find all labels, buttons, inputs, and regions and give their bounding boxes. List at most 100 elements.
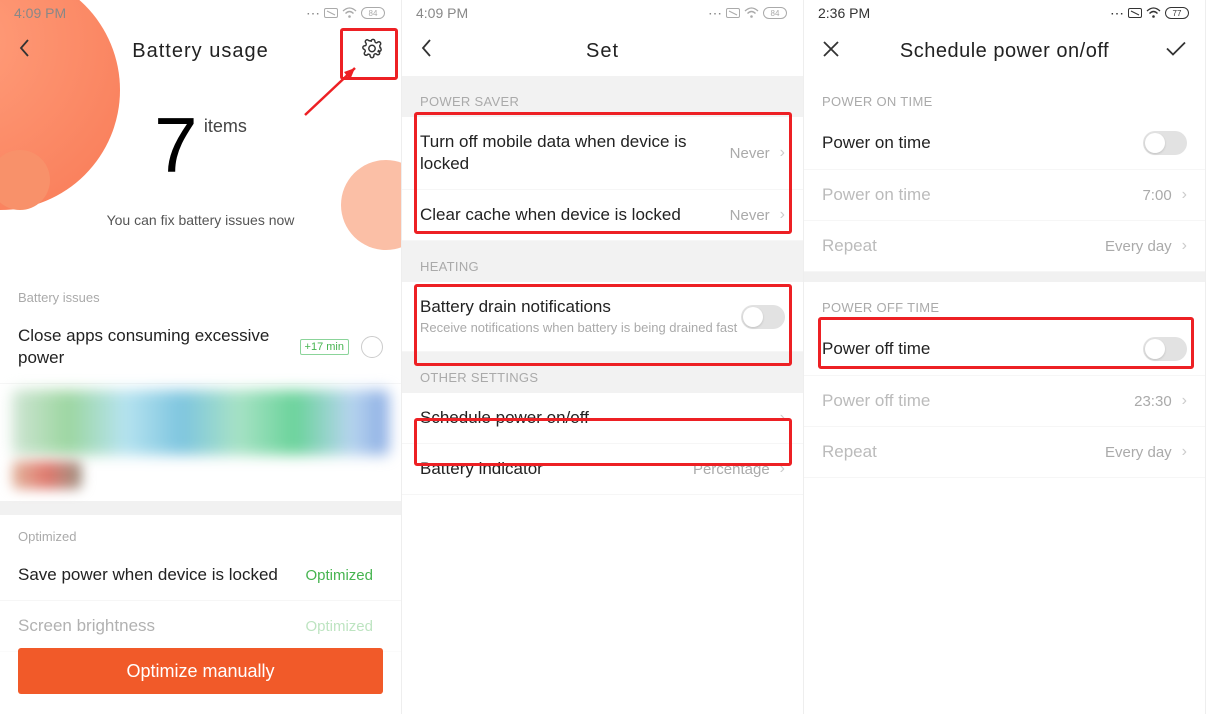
section-head-power-on: POWER ON TIME <box>804 76 1205 117</box>
close-icon <box>822 40 840 58</box>
page-title: Battery usage <box>132 40 268 63</box>
wifi-icon <box>1146 7 1161 19</box>
issue-count: 7 <box>154 106 197 184</box>
screen-schedule-power: 2:36 PM ⋯ 77 Schedule power on/off POWER… <box>804 0 1206 714</box>
chevron-right-icon: › <box>780 409 785 427</box>
row-battery-drain-notifications[interactable]: Battery drain notifications Receive noti… <box>402 282 803 352</box>
svg-text:77: 77 <box>1173 9 1182 18</box>
issue-count-label: items <box>204 116 247 137</box>
row-value: 7:00 <box>1142 187 1171 204</box>
row-power-on-time[interactable]: Power on time 7:00 › <box>804 170 1205 221</box>
row-sublabel: Receive notifications when battery is be… <box>420 320 741 337</box>
row-label: Power on time <box>822 132 1143 154</box>
row-label: Turn off mobile data when device is lock… <box>420 131 730 175</box>
battery-icon: 77 <box>1165 7 1191 19</box>
optimize-manually-button[interactable]: Optimize manually <box>18 648 383 694</box>
section-head-power-off: POWER OFF TIME <box>804 282 1205 323</box>
row-value: Percentage <box>693 461 770 478</box>
row-label: Power on time <box>822 184 1142 206</box>
row-label: Battery indicator <box>420 458 693 480</box>
section-divider <box>0 501 401 515</box>
time-saved-badge: +17 min <box>300 339 349 355</box>
toggle-switch[interactable] <box>741 305 785 329</box>
title-bar: Set <box>402 26 803 76</box>
row-value: Optimized <box>305 618 373 635</box>
status-bar: 4:09 PM ⋯ 84 <box>0 0 401 26</box>
more-icon: ⋯ <box>306 5 320 22</box>
row-value: 23:30 <box>1134 393 1172 410</box>
battery-icon: 84 <box>763 7 789 19</box>
row-value: Optimized <box>305 567 373 584</box>
chevron-right-icon: › <box>1182 443 1187 461</box>
row-value: Never <box>730 145 770 162</box>
status-time: 2:36 PM <box>818 5 870 21</box>
row-value: Every day <box>1105 238 1172 255</box>
status-bar: 4:09 PM ⋯ 84 <box>402 0 803 26</box>
row-value: Never <box>730 207 770 224</box>
more-icon: ⋯ <box>1110 5 1124 22</box>
gear-icon <box>361 38 383 60</box>
row-label: Power off time <box>822 338 1143 360</box>
check-icon <box>1165 41 1187 57</box>
toggle-switch[interactable] <box>1143 337 1187 361</box>
row-label: Close apps consuming excessive power <box>18 325 300 369</box>
chevron-right-icon: › <box>780 144 785 162</box>
status-icons: ⋯ 84 <box>306 5 387 22</box>
row-label: Schedule power on/off <box>420 407 780 429</box>
redacted-apps <box>12 390 389 455</box>
settings-button[interactable] <box>357 34 387 69</box>
hero-subtitle: You can fix battery issues now <box>0 212 401 228</box>
row-label: Save power when device is locked <box>18 564 305 586</box>
row-label: Clear cache when device is locked <box>420 204 730 226</box>
section-head-power-saver: POWER SAVER <box>402 76 803 117</box>
status-time: 4:09 PM <box>14 5 66 21</box>
section-divider <box>804 272 1205 282</box>
chevron-right-icon: › <box>780 206 785 224</box>
row-value: Every day <box>1105 444 1172 461</box>
screen-battery-usage: 4:09 PM ⋯ 84 Battery usage 7 items You c… <box>0 0 402 714</box>
row-label: Screen brightness <box>18 615 305 637</box>
row-save-power-locked[interactable]: Save power when device is locked Optimiz… <box>0 550 401 601</box>
radio-icon[interactable] <box>361 336 383 358</box>
back-button[interactable] <box>416 34 436 68</box>
status-time: 4:09 PM <box>416 5 468 21</box>
chevron-right-icon: › <box>1182 237 1187 255</box>
hero-panel: 7 items You can fix battery issues now <box>0 76 401 276</box>
status-icons: ⋯ 84 <box>708 5 789 22</box>
row-power-on-toggle[interactable]: Power on time <box>804 117 1205 170</box>
confirm-button[interactable] <box>1161 37 1191 66</box>
row-label: Power off time <box>822 390 1134 412</box>
row-close-apps[interactable]: Close apps consuming excessive power +17… <box>0 311 401 384</box>
title-bar: Schedule power on/off <box>804 26 1205 76</box>
toggle-switch[interactable] <box>1143 131 1187 155</box>
row-screen-brightness[interactable]: Screen brightness Optimized <box>0 601 401 652</box>
status-icons: ⋯ 77 <box>1110 5 1191 22</box>
page-title: Set <box>586 40 619 63</box>
screen-set: 4:09 PM ⋯ 84 Set POWER SAVER Turn off mo… <box>402 0 804 714</box>
row-clear-cache[interactable]: Clear cache when device is locked Never … <box>402 190 803 241</box>
page-title: Schedule power on/off <box>900 40 1109 63</box>
wifi-icon <box>342 7 357 19</box>
chevron-right-icon: › <box>1182 186 1187 204</box>
chevron-left-icon <box>18 38 30 58</box>
sim-icon <box>1128 8 1142 18</box>
redacted-apps <box>12 461 82 489</box>
row-power-on-repeat[interactable]: Repeat Every day › <box>804 221 1205 272</box>
section-head-other: OTHER SETTINGS <box>402 352 803 393</box>
title-bar: Battery usage <box>0 26 401 76</box>
section-head-optimized: Optimized <box>0 515 401 550</box>
back-button[interactable] <box>14 34 34 68</box>
row-power-off-repeat[interactable]: Repeat Every day › <box>804 427 1205 478</box>
row-power-off-time[interactable]: Power off time 23:30 › <box>804 376 1205 427</box>
close-button[interactable] <box>818 34 844 68</box>
chevron-right-icon: › <box>1182 392 1187 410</box>
row-power-off-toggle[interactable]: Power off time <box>804 323 1205 376</box>
status-bar: 2:36 PM ⋯ 77 <box>804 0 1205 26</box>
sim-icon <box>726 8 740 18</box>
row-battery-indicator[interactable]: Battery indicator Percentage › <box>402 444 803 495</box>
sim-icon <box>324 8 338 18</box>
battery-icon: 84 <box>361 7 387 19</box>
row-mobile-data-off[interactable]: Turn off mobile data when device is lock… <box>402 117 803 190</box>
row-schedule-power[interactable]: Schedule power on/off › <box>402 393 803 444</box>
wifi-icon <box>744 7 759 19</box>
